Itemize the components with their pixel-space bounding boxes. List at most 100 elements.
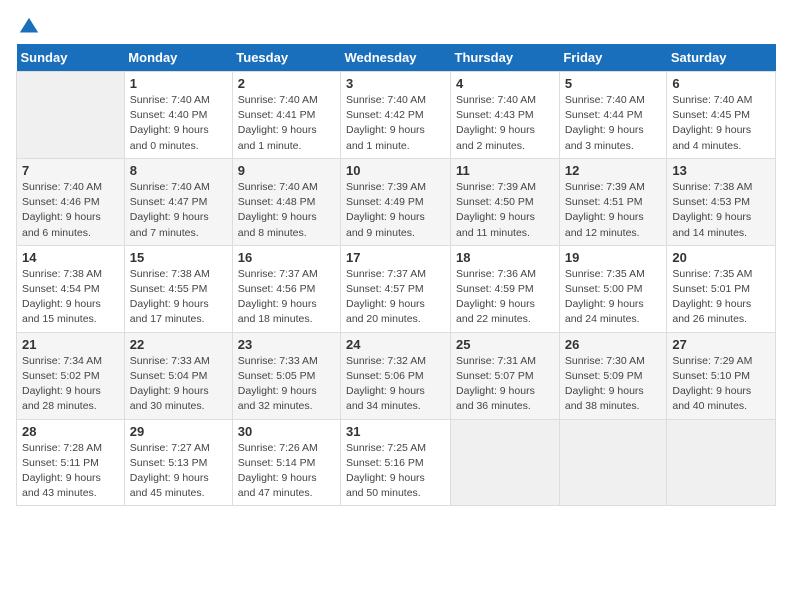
day-info: Sunrise: 7:33 AMSunset: 5:04 PMDaylight:… [130,354,227,415]
page-header [16,16,776,34]
day-info: Sunrise: 7:34 AMSunset: 5:02 PMDaylight:… [22,354,119,415]
calendar-table: SundayMondayTuesdayWednesdayThursdayFrid… [16,44,776,506]
day-number: 13 [672,163,770,178]
day-number: 12 [565,163,662,178]
day-info: Sunrise: 7:29 AMSunset: 5:10 PMDaylight:… [672,354,770,415]
day-number: 2 [238,76,335,91]
weekday-header-thursday: Thursday [451,44,560,72]
calendar-week-4: 21 Sunrise: 7:34 AMSunset: 5:02 PMDayligh… [17,332,776,419]
day-number: 23 [238,337,335,352]
day-number: 26 [565,337,662,352]
calendar-cell: 11Sunrise: 7:39 AMSunset: 4:50 PMDayligh… [451,158,560,245]
calendar-cell: 13Sunrise: 7:38 AMSunset: 4:53 PMDayligh… [667,158,776,245]
calendar-cell: 23 Sunrise: 7:33 AMSunset: 5:05 PMDayligh… [232,332,340,419]
day-info: Sunrise: 7:32 AMSunset: 5:06 PMDaylight:… [346,354,445,415]
day-number: 1 [130,76,227,91]
day-number: 22 [130,337,227,352]
calendar-cell: 28Sunrise: 7:28 AMSunset: 5:11 PMDayligh… [17,419,125,506]
day-number: 9 [238,163,335,178]
weekday-header-wednesday: Wednesday [341,44,451,72]
calendar-week-2: 7 Sunrise: 7:40 AMSunset: 4:46 PMDaylight… [17,158,776,245]
day-number: 16 [238,250,335,265]
calendar-cell: 27 Sunrise: 7:29 AMSunset: 5:10 PMDayligh… [667,332,776,419]
weekday-header-tuesday: Tuesday [232,44,340,72]
calendar-cell: 8 Sunrise: 7:40 AMSunset: 4:47 PMDaylight… [124,158,232,245]
day-info: Sunrise: 7:27 AMSunset: 5:13 PMDaylight:… [130,441,227,502]
day-info: Sunrise: 7:26 AMSunset: 5:14 PMDaylight:… [238,441,335,502]
day-info: Sunrise: 7:35 AMSunset: 5:00 PMDaylight:… [565,267,662,328]
calendar-cell: 3Sunrise: 7:40 AMSunset: 4:42 PMDaylight… [341,72,451,159]
calendar-cell: 22 Sunrise: 7:33 AMSunset: 5:04 PMDayligh… [124,332,232,419]
day-info: Sunrise: 7:38 AMSunset: 4:55 PMDaylight:… [130,267,227,328]
calendar-cell: 6 Sunrise: 7:40 AMSunset: 4:45 PMDaylight… [667,72,776,159]
day-info: Sunrise: 7:39 AMSunset: 4:51 PMDaylight:… [565,180,662,241]
calendar-week-1: 1 Sunrise: 7:40 AMSunset: 4:40 PMDaylight… [17,72,776,159]
calendar-cell: 14Sunrise: 7:38 AMSunset: 4:54 PMDayligh… [17,245,125,332]
day-number: 5 [565,76,662,91]
day-info: Sunrise: 7:40 AMSunset: 4:44 PMDaylight:… [565,93,662,154]
day-info: Sunrise: 7:40 AMSunset: 4:45 PMDaylight:… [672,93,770,154]
day-info: Sunrise: 7:25 AMSunset: 5:16 PMDaylight:… [346,441,445,502]
calendar-cell: 19 Sunrise: 7:35 AMSunset: 5:00 PMDayligh… [559,245,667,332]
calendar-cell: 25Sunrise: 7:31 AMSunset: 5:07 PMDayligh… [451,332,560,419]
day-info: Sunrise: 7:39 AMSunset: 4:50 PMDaylight:… [456,180,554,241]
day-number: 27 [672,337,770,352]
calendar-cell: 26 Sunrise: 7:30 AMSunset: 5:09 PMDayligh… [559,332,667,419]
calendar-cell: 4Sunrise: 7:40 AMSunset: 4:43 PMDaylight… [451,72,560,159]
calendar-cell [451,419,560,506]
calendar-cell: 5 Sunrise: 7:40 AMSunset: 4:44 PMDaylight… [559,72,667,159]
day-info: Sunrise: 7:33 AMSunset: 5:05 PMDaylight:… [238,354,335,415]
day-number: 8 [130,163,227,178]
day-info: Sunrise: 7:35 AMSunset: 5:01 PMDaylight:… [672,267,770,328]
calendar-body: 1 Sunrise: 7:40 AMSunset: 4:40 PMDaylight… [17,72,776,506]
day-number: 24 [346,337,445,352]
calendar-cell: 17Sunrise: 7:37 AMSunset: 4:57 PMDayligh… [341,245,451,332]
day-number: 4 [456,76,554,91]
calendar-week-5: 28Sunrise: 7:28 AMSunset: 5:11 PMDayligh… [17,419,776,506]
day-number: 29 [130,424,227,439]
day-info: Sunrise: 7:40 AMSunset: 4:41 PMDaylight:… [238,93,335,154]
calendar-cell: 10 Sunrise: 7:39 AMSunset: 4:49 PMDayligh… [341,158,451,245]
calendar-header: SundayMondayTuesdayWednesdayThursdayFrid… [17,44,776,72]
calendar-cell: 21 Sunrise: 7:34 AMSunset: 5:02 PMDayligh… [17,332,125,419]
calendar-cell [17,72,125,159]
day-number: 15 [130,250,227,265]
calendar-cell: 18Sunrise: 7:36 AMSunset: 4:59 PMDayligh… [451,245,560,332]
day-number: 19 [565,250,662,265]
calendar-cell: 29 Sunrise: 7:27 AMSunset: 5:13 PMDayligh… [124,419,232,506]
day-number: 10 [346,163,445,178]
weekday-header-friday: Friday [559,44,667,72]
calendar-cell: 24 Sunrise: 7:32 AMSunset: 5:06 PMDayligh… [341,332,451,419]
day-info: Sunrise: 7:40 AMSunset: 4:47 PMDaylight:… [130,180,227,241]
logo-icon [18,16,40,38]
day-number: 30 [238,424,335,439]
day-info: Sunrise: 7:30 AMSunset: 5:09 PMDaylight:… [565,354,662,415]
day-number: 6 [672,76,770,91]
weekday-header-saturday: Saturday [667,44,776,72]
day-info: Sunrise: 7:40 AMSunset: 4:40 PMDaylight:… [130,93,227,154]
calendar-cell: 2 Sunrise: 7:40 AMSunset: 4:41 PMDaylight… [232,72,340,159]
weekday-header-monday: Monday [124,44,232,72]
day-info: Sunrise: 7:40 AMSunset: 4:42 PMDaylight:… [346,93,445,154]
day-number: 14 [22,250,119,265]
calendar-cell: 12 Sunrise: 7:39 AMSunset: 4:51 PMDayligh… [559,158,667,245]
calendar-cell: 9Sunrise: 7:40 AMSunset: 4:48 PMDaylight… [232,158,340,245]
calendar-cell: 16Sunrise: 7:37 AMSunset: 4:56 PMDayligh… [232,245,340,332]
logo [16,16,40,34]
calendar-cell: 1 Sunrise: 7:40 AMSunset: 4:40 PMDaylight… [124,72,232,159]
calendar-cell: 15 Sunrise: 7:38 AMSunset: 4:55 PMDayligh… [124,245,232,332]
calendar-cell: 7 Sunrise: 7:40 AMSunset: 4:46 PMDaylight… [17,158,125,245]
weekday-header-row: SundayMondayTuesdayWednesdayThursdayFrid… [17,44,776,72]
calendar-week-3: 14Sunrise: 7:38 AMSunset: 4:54 PMDayligh… [17,245,776,332]
day-number: 21 [22,337,119,352]
day-number: 7 [22,163,119,178]
calendar-cell [559,419,667,506]
day-info: Sunrise: 7:40 AMSunset: 4:46 PMDaylight:… [22,180,119,241]
day-number: 20 [672,250,770,265]
calendar-cell: 20 Sunrise: 7:35 AMSunset: 5:01 PMDayligh… [667,245,776,332]
day-info: Sunrise: 7:39 AMSunset: 4:49 PMDaylight:… [346,180,445,241]
day-number: 17 [346,250,445,265]
calendar-cell: 30 Sunrise: 7:26 AMSunset: 5:14 PMDayligh… [232,419,340,506]
day-number: 31 [346,424,445,439]
day-info: Sunrise: 7:36 AMSunset: 4:59 PMDaylight:… [456,267,554,328]
